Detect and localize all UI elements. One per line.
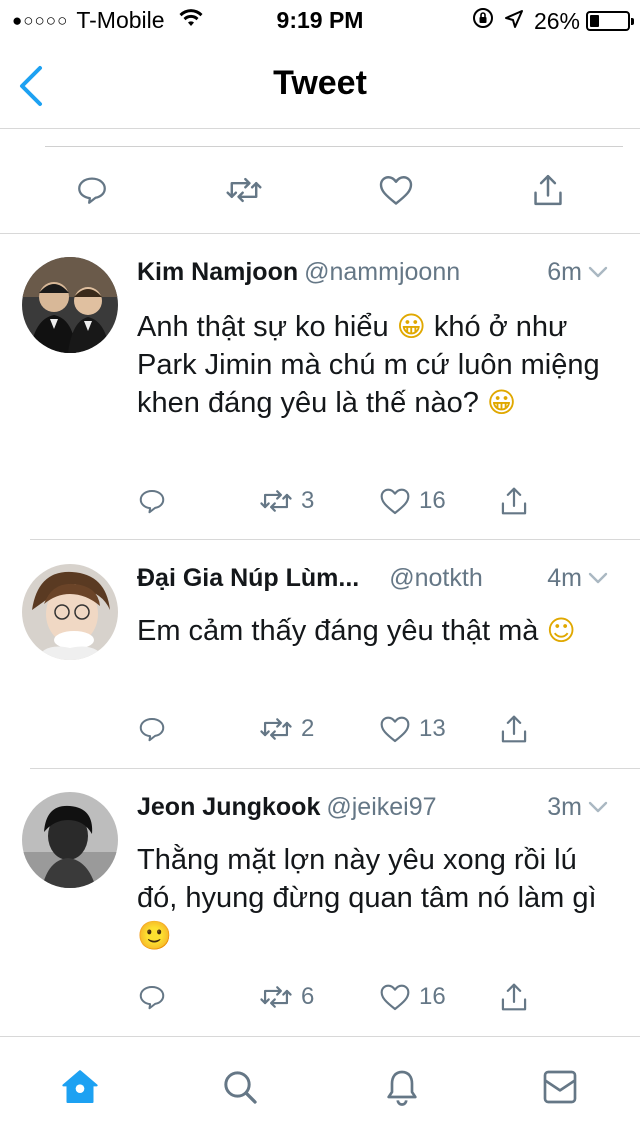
retweet-count: 3 [301,487,315,514]
reply-header: Đại Gia Núp Lùm... @notkth 4m [137,564,610,596]
chevron-down-icon[interactable] [586,566,610,590]
notifications-icon [387,1070,417,1106]
share-icon [501,715,527,743]
like-button[interactable]: 16 [379,979,446,1015]
retweet-icon [260,490,292,512]
grinning-emoji: 😀 [486,386,517,419]
heart-icon [379,176,413,205]
retweet-button[interactable]: 6 [259,979,314,1015]
tweet-text: Anh thật sự ko hiểu 😀 khó ở như Park Jim… [137,308,607,422]
orientation-lock-icon [472,7,494,35]
heart-icon [380,984,410,1011]
retweet-icon [226,177,262,203]
location-icon [504,8,524,35]
slightly-smiling-emoji: 🙂 [137,919,172,952]
retweet-icon [260,986,292,1008]
username[interactable]: @nammjoonn [304,258,460,286]
reply-icon [139,986,165,1010]
tweet-text-part: Thằng mặt lợn này yêu xong rồi lú đó, hy… [137,844,597,914]
tweet-text-part: Anh thật sự ko hiểu [137,311,397,343]
chevron-down-icon[interactable] [586,260,610,284]
like-count: 13 [419,715,446,742]
tab-home[interactable] [58,1065,102,1109]
tweet-text: Em cảm thấy đáng yêu thật mà ☺ [137,612,607,650]
reply-button[interactable] [137,483,167,519]
navigation-bar: Tweet [0,40,640,128]
tab-messages[interactable] [538,1065,582,1109]
avatar[interactable] [22,792,118,888]
reply-action-bar: 3 16 [137,483,557,519]
share-button[interactable] [499,483,529,519]
reply-icon [139,718,165,742]
page-title: Tweet [273,64,367,102]
search-icon [224,1071,257,1104]
status-bar: ●○○○○ T-Mobile 9:19 PM 26% [0,0,640,40]
tweet-text-part: Em cảm thấy đáng yêu thật mà [137,615,547,647]
display-name[interactable]: Đại Gia Núp Lùm... [137,564,359,592]
timestamp: 3m [547,793,582,821]
display-name[interactable]: Jeon Jungkook [137,793,320,821]
share-button[interactable] [499,979,529,1015]
like-button[interactable] [374,168,418,212]
reply-button[interactable] [137,711,167,747]
divider [45,146,623,147]
share-icon [534,174,562,206]
tweet-action-bar [0,168,640,212]
tweet-text: Thằng mặt lợn này yêu xong rồi lú đó, hy… [137,841,607,955]
grinning-emoji: 😀 [396,310,426,343]
tab-search[interactable] [218,1065,262,1109]
retweet-icon [260,718,292,740]
username[interactable]: @jeikei97 [326,793,436,821]
retweet-count: 2 [301,715,315,742]
chevron-down-icon[interactable] [586,795,610,819]
retweet-count: 6 [301,983,315,1010]
like-count: 16 [419,983,446,1010]
timestamp: 4m [547,564,582,592]
heart-icon [380,488,410,515]
reply-tweet[interactable]: Jeon Jungkook @jeikei97 3m Thằng mặt lợn … [0,769,640,1035]
messages-icon [543,1070,577,1104]
battery-icon [586,11,634,31]
retweet-button[interactable]: 2 [259,711,314,747]
reply-icon [139,490,165,514]
share-icon [501,983,527,1011]
home-icon [62,1070,98,1103]
username[interactable]: @notkth [389,564,482,592]
reply-tweet[interactable]: Đại Gia Núp Lùm... @notkth 4m Em cảm thấy… [0,540,640,768]
battery-fill [590,15,599,27]
reply-header: Kim Namjoon @nammjoonn 6m [137,258,610,290]
reply-header: Jeon Jungkook @jeikei97 3m [137,793,610,825]
reply-icon [78,177,106,204]
status-right: 26% [472,7,634,35]
timestamp: 6m [547,258,582,286]
like-button[interactable]: 16 [379,483,446,519]
battery-percent: 26% [533,7,580,34]
reply-action-bar: 2 13 [137,711,557,747]
tab-bar [0,1036,640,1137]
heart-icon [380,716,410,743]
reply-action-bar: 6 16 [137,979,557,1015]
reply-button[interactable] [137,979,167,1015]
share-button[interactable] [499,711,529,747]
smiling-emoji: ☺ [546,614,576,647]
share-button[interactable] [526,168,570,212]
avatar[interactable] [22,564,118,660]
nav-divider [0,128,640,129]
reply-tweet[interactable]: Kim Namjoon @nammjoonn 6m Anh thật sự ko … [0,234,640,539]
like-count: 16 [419,487,446,514]
avatar[interactable] [22,257,118,353]
retweet-button[interactable]: 3 [259,483,314,519]
tab-notifications[interactable] [380,1065,424,1109]
display-name[interactable]: Kim Namjoon [137,258,298,286]
like-button[interactable]: 13 [379,711,446,747]
reply-button[interactable] [70,168,114,212]
retweet-button[interactable] [222,168,266,212]
share-icon [501,487,527,515]
